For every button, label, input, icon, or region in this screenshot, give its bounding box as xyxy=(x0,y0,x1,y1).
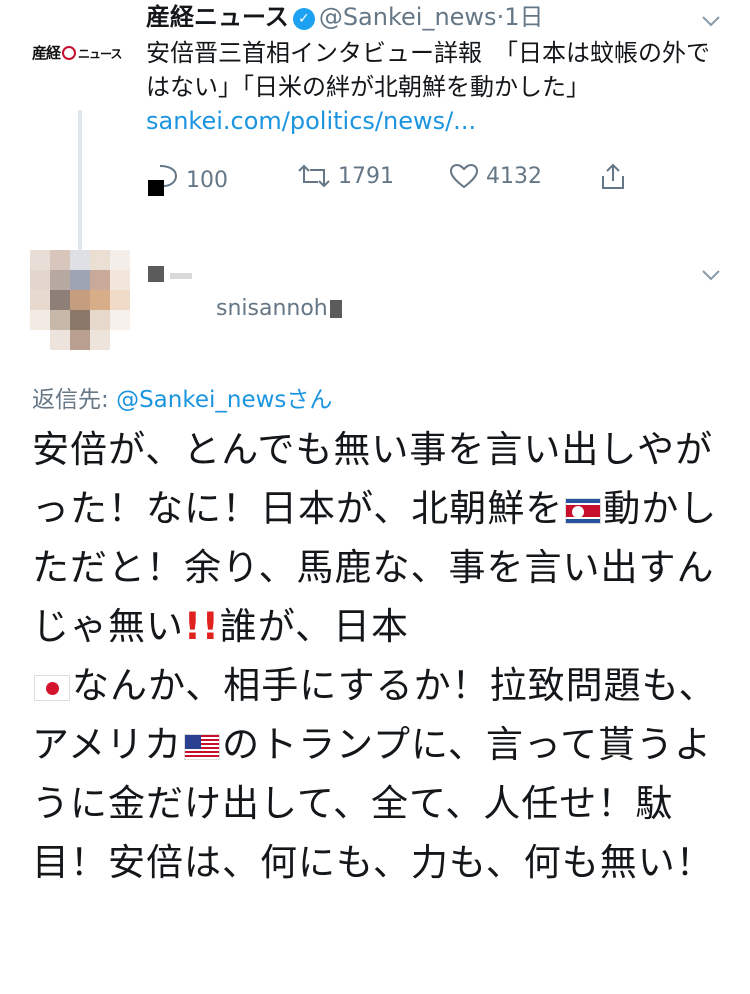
like-count: 4132 xyxy=(486,163,542,189)
reply-to-handle[interactable]: @Sankei_news xyxy=(116,387,286,413)
tweet-text: 安倍晋三首相インタビュー詳報 「日本は蚊帳の外ではない」「日米の絆が北朝鮮を動か… xyxy=(146,39,710,101)
logo-eye-icon xyxy=(62,46,77,60)
quoted-tweet-text: 安倍晋三首相インタビュー詳報 「日本は蚊帳の外ではない」「日米の絆が北朝鮮を動か… xyxy=(146,36,726,138)
reply-handle[interactable]: snisannoh xyxy=(216,296,342,321)
share-button[interactable] xyxy=(598,162,634,192)
reply-to-prefix: 返信先: xyxy=(32,387,117,413)
avatar[interactable] xyxy=(30,250,130,350)
body-part-3: 誰が、日本 xyxy=(219,605,410,648)
action-bar: 100 1791 4132 xyxy=(146,162,666,202)
retweet-count: 1791 xyxy=(338,163,394,189)
like-button[interactable]: 4132 xyxy=(448,162,542,190)
handle-censor xyxy=(329,300,342,318)
quoted-tweet-header: 産経ニュース ✓ @Sankei_news·1日 xyxy=(146,2,543,32)
reply-count: 100 xyxy=(186,167,228,193)
like-icon xyxy=(449,163,479,189)
timestamp[interactable]: 1日 xyxy=(504,3,543,31)
logo-part-1: 産経 xyxy=(32,44,61,62)
sankei-logo[interactable]: 産経 ニュース xyxy=(32,42,122,63)
reply-to-suffix: さん xyxy=(286,387,333,413)
tweet-link[interactable]: sankei.com/politics/news/... xyxy=(146,107,476,135)
flag-north-korea-icon xyxy=(565,497,602,524)
verified-badge-icon: ✓ xyxy=(292,8,315,30)
retweet-button[interactable]: 1791 xyxy=(296,162,394,190)
reply-to-line: 返信先: @Sankei_newsさん xyxy=(32,380,332,414)
retweet-icon xyxy=(298,164,330,188)
double-exclamation-icon: !! xyxy=(184,605,220,648)
display-name-censor xyxy=(148,266,164,282)
display-name[interactable]: 産経ニュース xyxy=(146,3,289,31)
reply-icon xyxy=(148,165,178,196)
handle[interactable]: @Sankei_news xyxy=(319,3,497,31)
flag-japan-icon xyxy=(34,674,70,701)
display-name-censor-2 xyxy=(170,273,192,279)
share-icon xyxy=(602,163,624,189)
chevron-down-icon[interactable] xyxy=(700,10,722,32)
flag-usa-icon xyxy=(184,733,221,760)
reply-body: 安倍が、とんでも無い事を言い出しやがった！なに！日本が、北朝鮮を 動かしただと！余… xyxy=(32,420,722,892)
reply-button[interactable]: 100 xyxy=(146,162,228,198)
logo-part-2: ニュース xyxy=(78,47,122,61)
handle-mirrored: snisannoh xyxy=(216,296,328,321)
chevron-down-icon[interactable] xyxy=(700,264,722,286)
thread-line xyxy=(78,110,82,260)
